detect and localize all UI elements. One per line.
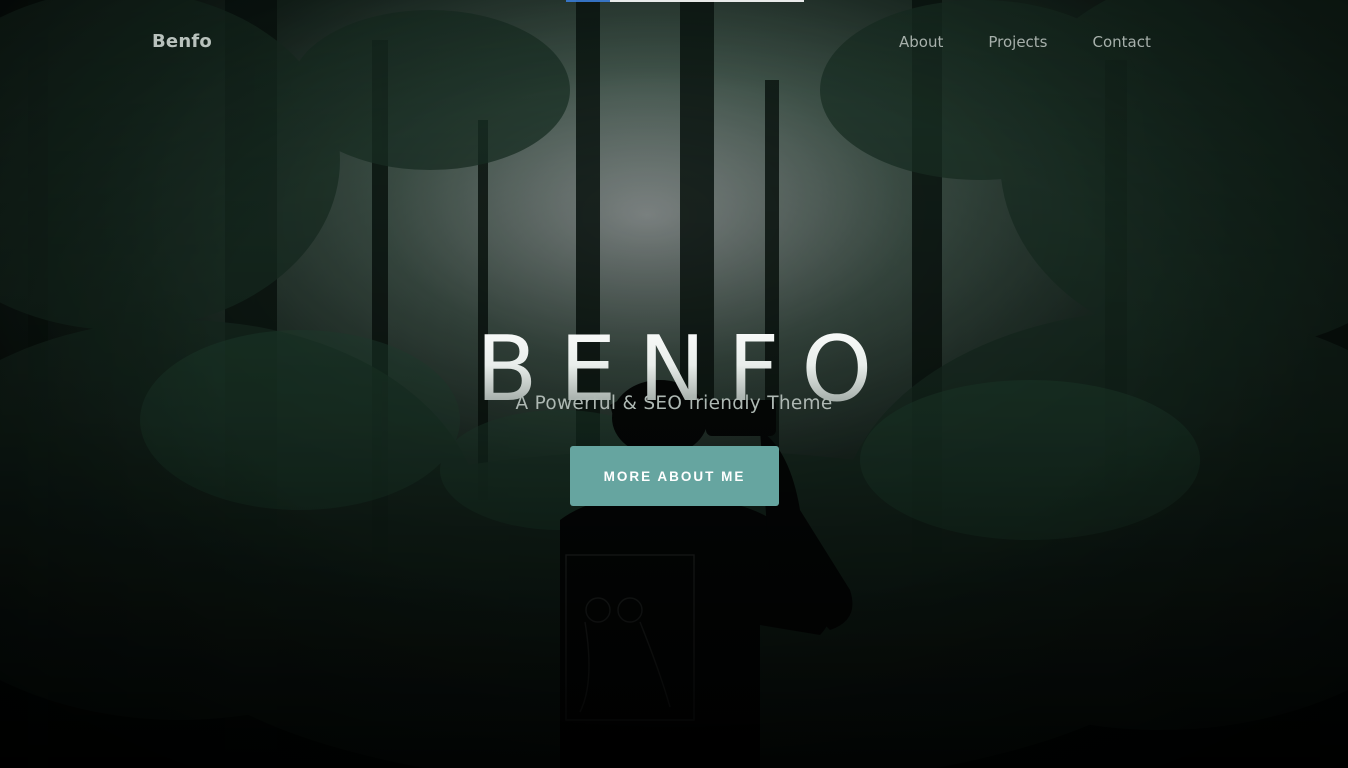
nav-link-contact[interactable]: Contact [1093,33,1151,51]
more-about-me-button[interactable]: MORE ABOUT ME [570,446,779,506]
nav-link-about[interactable]: About [899,33,943,51]
hero-subtitle: A Powerful & SEO friendly Theme [515,392,833,414]
main-nav: About Projects Contact [899,33,1196,51]
top-progress-indicator [566,0,804,2]
brand-logo[interactable]: Benfo [152,31,212,52]
nav-link-projects[interactable]: Projects [988,33,1047,51]
hero-section: Benfo About Projects Contact BENFO A Pow… [0,0,1348,768]
